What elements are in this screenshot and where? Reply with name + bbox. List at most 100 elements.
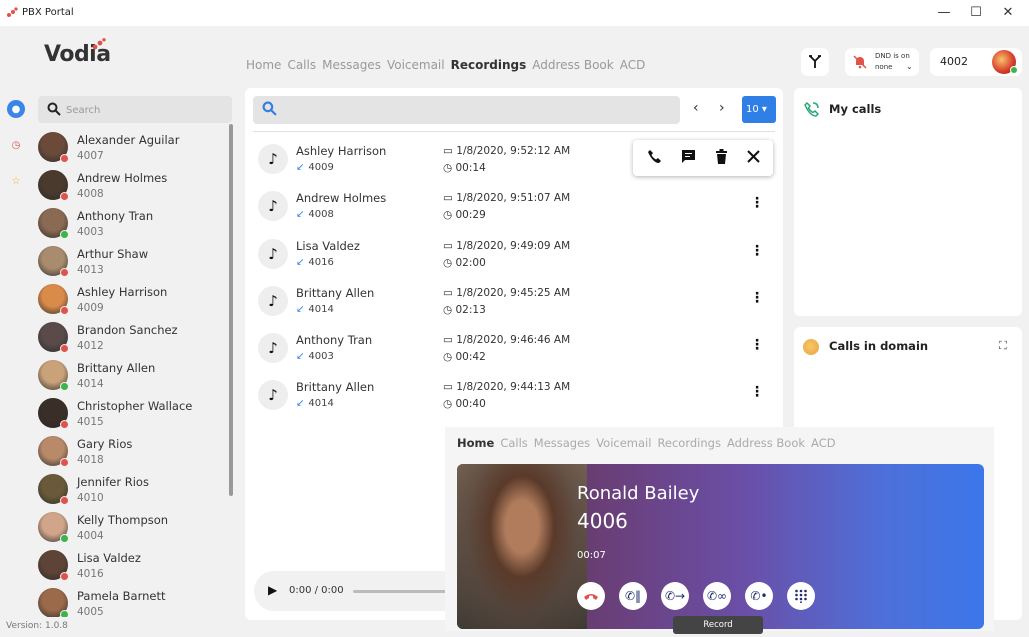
nav-calls[interactable]: Calls [287, 58, 316, 72]
nav-voicemail[interactable]: Voicemail [596, 436, 651, 450]
merge-calls-button[interactable] [801, 48, 829, 76]
merge-icon [809, 55, 821, 68]
nav-messages[interactable]: Messages [534, 436, 590, 450]
incoming-call-icon: ↙ [296, 351, 305, 363]
contact-item[interactable]: Andrew Holmes 4008 [36, 165, 228, 203]
contact-extension: 4007 [77, 150, 104, 162]
contact-item[interactable]: Brandon Sanchez 4012 [36, 317, 228, 355]
nav-recordings[interactable]: Recordings [657, 436, 721, 450]
call-window-nav: Home Calls Messages Voicemail Recordings… [457, 436, 836, 450]
nav-calls[interactable]: Calls [500, 436, 527, 450]
contact-search[interactable] [38, 96, 232, 123]
clock-icon: ◷ [443, 209, 456, 222]
nav-home[interactable]: Home [246, 58, 281, 72]
message-icon[interactable] [681, 149, 696, 168]
record-button[interactable]: ✆• [745, 582, 773, 610]
prev-page-button[interactable]: ‹ [693, 100, 699, 116]
voicemail-button[interactable]: ✆∞ [703, 582, 731, 610]
dnd-label: DND is on [875, 52, 910, 60]
contact-name: Lisa Valdez [77, 551, 141, 565]
hangup-button[interactable] [577, 582, 605, 610]
clock-icon: ◷ [443, 256, 456, 269]
music-note-icon[interactable]: ♪ [258, 333, 288, 364]
call-timer: 00:07 [577, 550, 606, 561]
recording-name: Ashley Harrison [296, 144, 387, 158]
recording-row[interactable]: ♪ Anthony Tran ↙ 4003 ▭ 1/8/2020, 9:46:46 AM… [253, 324, 775, 371]
nav-address-book[interactable]: Address Book [532, 58, 613, 72]
nav-recordings[interactable]: Recordings [451, 58, 527, 72]
contacts-scrollbar[interactable] [229, 124, 233, 496]
history-rail-button[interactable]: ◷ [7, 136, 25, 154]
incoming-call-icon: ↙ [296, 256, 305, 268]
more-options-icon[interactable]: ⋮ [750, 384, 764, 400]
recording-row[interactable]: ♪ Brittany Allen ↙ 4014 ▭ 1/8/2020, 9:44:13 … [253, 371, 775, 418]
contact-name: Jennifer Rios [77, 475, 149, 489]
recording-row[interactable]: ♪ Brittany Allen ↙ 4014 ▭ 1/8/2020, 9:45:25 … [253, 277, 775, 324]
next-page-button[interactable]: › [719, 100, 725, 116]
dnd-value: none [875, 63, 893, 71]
phone-icon[interactable] [647, 149, 662, 168]
contact-item[interactable]: Christopher Wallace 4015 [36, 393, 228, 431]
recording-extension: 4003 [308, 351, 334, 363]
contacts-rail-button[interactable]: ● [7, 100, 25, 118]
contact-extension: 4014 [77, 378, 104, 390]
recording-row[interactable]: ♪ Andrew Holmes ↙ 4008 ▭ 1/8/2020, 9:51:07 A… [253, 182, 775, 229]
nav-voicemail[interactable]: Voicemail [387, 58, 445, 72]
user-status-dot [1010, 66, 1018, 74]
user-extension-box[interactable]: 4002 [930, 48, 1022, 76]
favorites-rail-button[interactable]: ☆ [7, 172, 25, 190]
contact-extension: 4003 [77, 226, 104, 238]
contact-name: Alexander Aguilar [77, 133, 180, 147]
nav-acd[interactable]: ACD [811, 436, 836, 450]
clock-icon: ◷ [443, 303, 456, 316]
phone-pause-icon: ✆‖ [624, 589, 642, 603]
contact-item[interactable]: Lisa Valdez 4016 [36, 545, 228, 583]
dialpad-button[interactable] [787, 582, 815, 610]
recording-row[interactable]: ♪ Lisa Valdez ↙ 4016 ▭ 1/8/2020, 9:49:09 AM ◷… [253, 230, 775, 277]
phone-wave-icon [804, 102, 819, 117]
contact-item[interactable]: Brittany Allen 4014 [36, 355, 228, 393]
contact-item[interactable]: Kelly Thompson 4004 [36, 507, 228, 545]
contact-extension: 4018 [77, 454, 104, 466]
close-window-button[interactable]: ✕ [985, 0, 1029, 26]
nav-messages[interactable]: Messages [322, 58, 381, 72]
calendar-icon: ▭ [443, 334, 457, 347]
recordings-search[interactable] [253, 96, 680, 124]
play-icon[interactable]: ▶ [268, 583, 277, 597]
window-title: PBX Portal [22, 7, 74, 18]
contact-item[interactable]: Jennifer Rios 4010 [36, 469, 228, 507]
recording-date-text: 1/8/2020, 9:46:46 AM [456, 334, 571, 347]
contact-item[interactable]: Pamela Barnett 4005 [36, 583, 228, 617]
more-options-icon[interactable]: ⋮ [750, 243, 764, 259]
close-icon[interactable] [746, 149, 760, 167]
contact-item[interactable]: Gary Rios 4018 [36, 431, 228, 469]
expand-icon[interactable]: ⛶ [999, 339, 1007, 353]
recording-date: ▭ 1/8/2020, 9:45:25 AM [443, 287, 570, 299]
contact-item[interactable]: Arthur Shaw 4013 [36, 241, 228, 279]
nav-address-book[interactable]: Address Book [727, 436, 805, 450]
nav-acd[interactable]: ACD [620, 58, 646, 72]
status-dot [60, 572, 69, 581]
dnd-selector[interactable]: DND is on none ⌄ [845, 48, 919, 76]
title-bar: PBX Portal — ☐ ✕ [0, 0, 1029, 26]
hold-button[interactable]: ✆‖ [619, 582, 647, 610]
more-options-icon[interactable]: ⋮ [750, 290, 764, 306]
nav-home[interactable]: Home [457, 436, 494, 450]
contact-item[interactable]: Alexander Aguilar 4007 [36, 127, 228, 165]
contact-item[interactable]: Anthony Tran 4003 [36, 203, 228, 241]
more-options-icon[interactable]: ⋮ [750, 195, 764, 211]
contact-name: Brittany Allen [77, 361, 156, 375]
music-note-icon[interactable]: ♪ [258, 144, 288, 174]
music-note-icon[interactable]: ♪ [258, 285, 288, 316]
page-size-select[interactable]: 10 ▾ [742, 96, 776, 123]
music-note-icon[interactable]: ♪ [258, 191, 288, 222]
more-options-icon[interactable]: ⋮ [750, 337, 764, 353]
contact-name: Brandon Sanchez [77, 323, 178, 337]
music-note-icon[interactable]: ♪ [258, 380, 288, 411]
user-extension: 4002 [940, 55, 968, 68]
transfer-button[interactable]: ✆→ [661, 582, 689, 610]
music-note-icon[interactable]: ♪ [258, 238, 288, 269]
contact-item[interactable]: Ashley Harrison 4009 [36, 279, 228, 317]
trash-icon[interactable] [715, 148, 728, 168]
search-input[interactable] [66, 101, 216, 119]
